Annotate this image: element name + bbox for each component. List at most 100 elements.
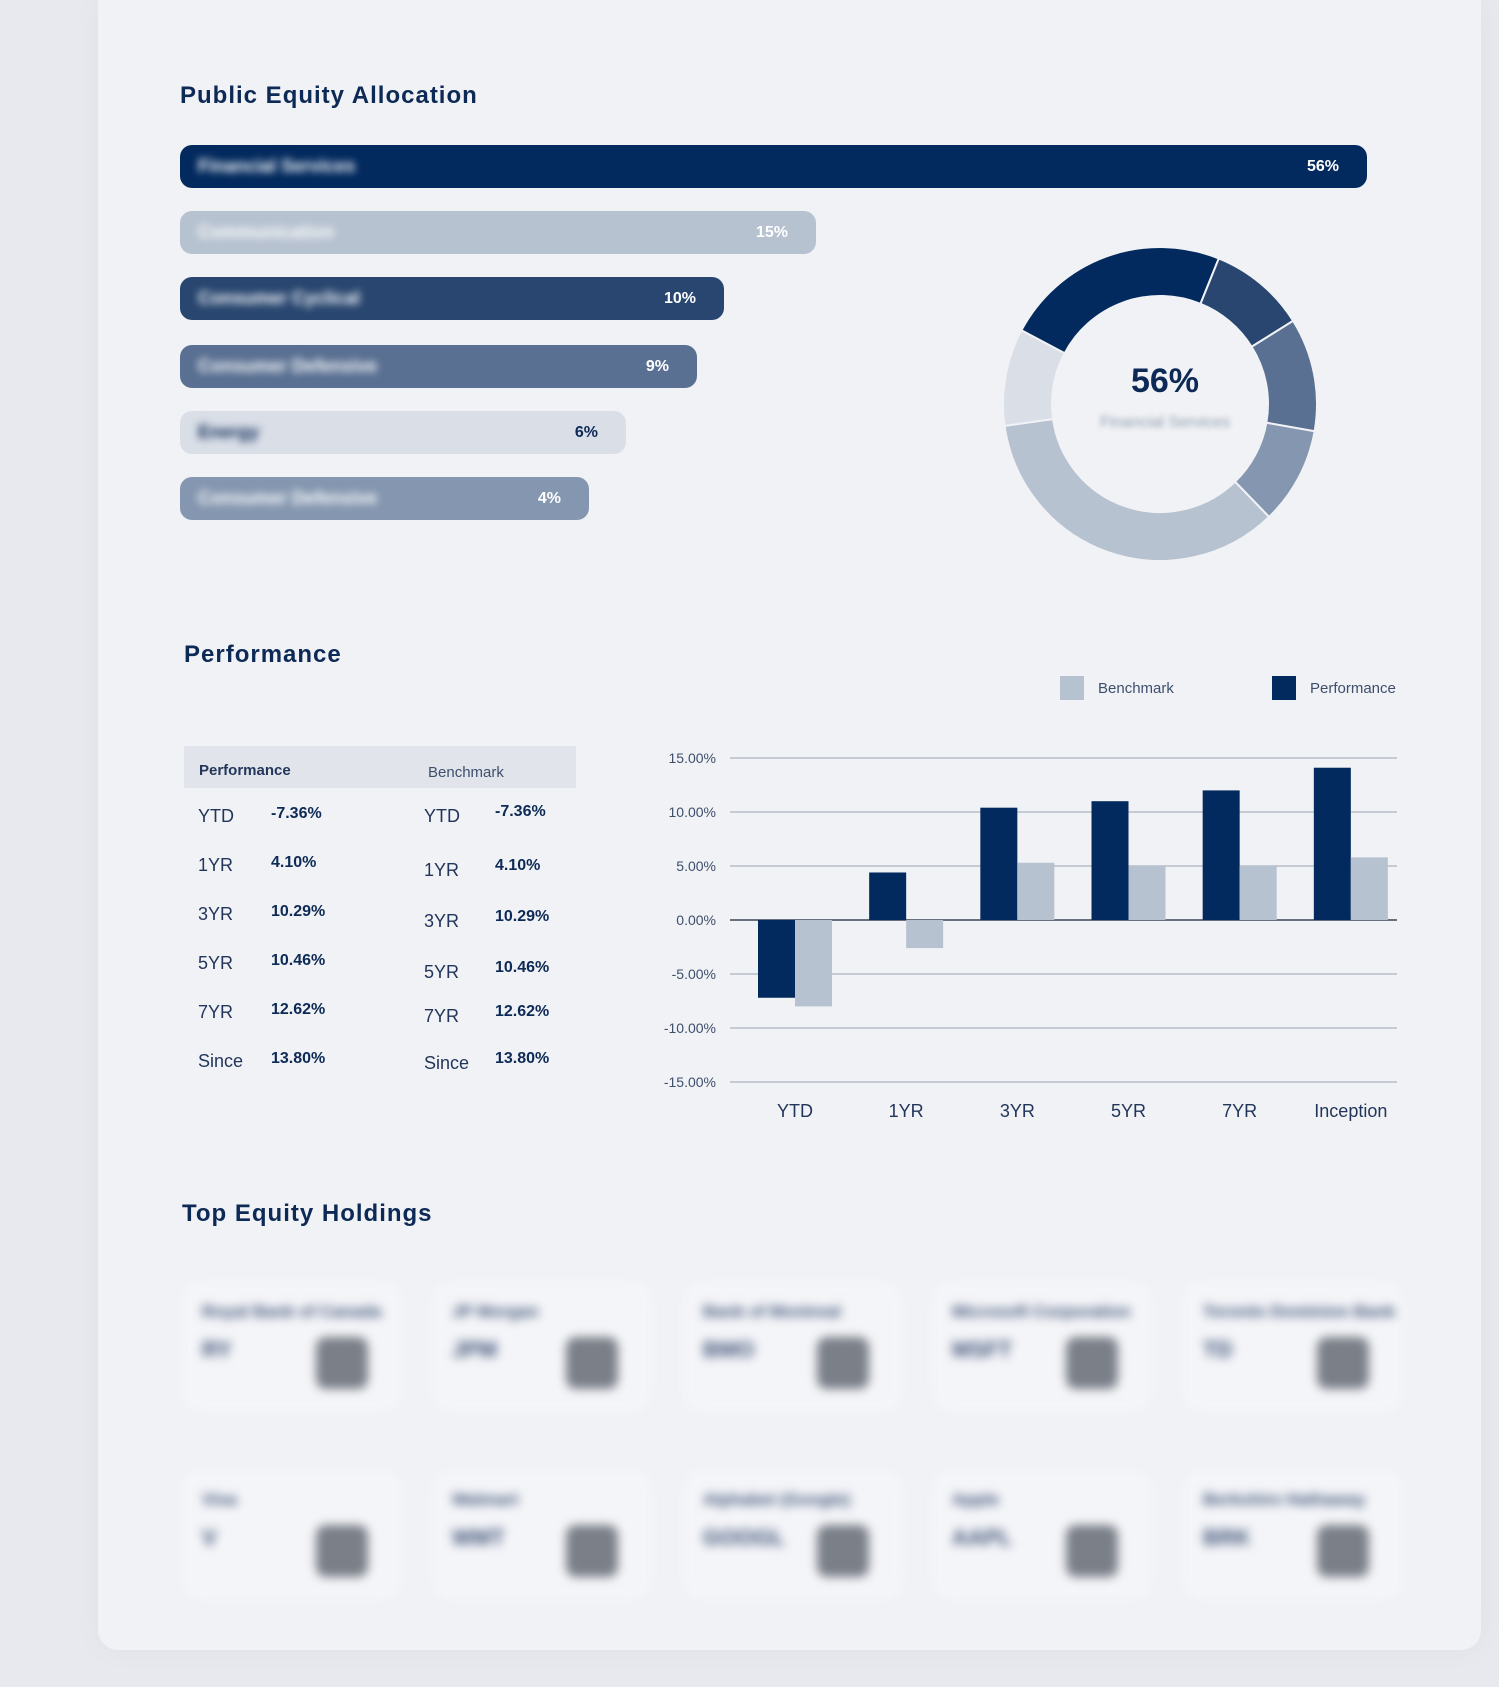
donut-segment[interactable] <box>1020 246 1221 355</box>
allocation-bar-label: Financial Services <box>198 156 356 176</box>
bench-column-header: Benchmark <box>428 764 504 781</box>
bench-value: 10.29% <box>495 908 550 925</box>
company-logo-icon <box>316 1337 368 1389</box>
benchmark-bar[interactable] <box>1239 866 1277 920</box>
holding-card[interactable]: Royal Bank of Canada RY <box>182 1282 402 1412</box>
perf-column-header: Performance <box>199 762 291 779</box>
benchmark-bar[interactable] <box>1350 857 1388 920</box>
bench-period: YTD <box>424 806 460 826</box>
y-tick-label: 15.00% <box>669 750 716 766</box>
holding-card[interactable]: Visa V <box>182 1470 402 1600</box>
x-tick-label: 1YR <box>889 1101 924 1121</box>
holding-card[interactable]: Microsoft Corporation MSFT <box>932 1282 1152 1412</box>
performance-swatch <box>1272 676 1296 700</box>
company-logo-icon <box>817 1337 869 1389</box>
holding-ticker: BMO <box>703 1337 755 1362</box>
holding-name: Apple <box>952 1490 1000 1509</box>
y-tick-label: 10.00% <box>669 804 716 820</box>
company-logo-icon <box>817 1525 869 1577</box>
performance-bar[interactable] <box>1313 767 1351 920</box>
x-tick-label: YTD <box>777 1101 813 1121</box>
holding-ticker: RY <box>202 1337 232 1362</box>
legend-benchmark-label: Benchmark <box>1098 679 1174 697</box>
allocation-bar-percent: 6% <box>574 423 598 441</box>
x-tick-label: Inception <box>1314 1101 1387 1121</box>
x-tick-label: 3YR <box>1000 1101 1035 1121</box>
perf-value: 12.62% <box>271 1001 326 1018</box>
holding-ticker: MSFT <box>952 1337 1012 1362</box>
allocation-bar-label: Consumer Defensive <box>198 488 378 508</box>
holding-card[interactable]: JP Morgan JPM <box>432 1282 652 1412</box>
performance-bar[interactable] <box>758 920 795 998</box>
y-tick-label: 0.00% <box>676 912 716 928</box>
perf-value: 13.80% <box>271 1050 326 1067</box>
holding-card[interactable]: Walmart WMT <box>432 1470 652 1600</box>
performance-bar[interactable] <box>1091 801 1129 920</box>
allocation-bar-percent: 56% <box>1306 157 1339 175</box>
performance-bar[interactable] <box>980 807 1018 920</box>
performance-table: Performance Benchmark <box>184 746 576 788</box>
bench-value: 13.80% <box>495 1050 550 1067</box>
legend-performance-label: Performance <box>1310 679 1396 697</box>
holding-ticker: V <box>202 1525 217 1550</box>
bench-value: 10.46% <box>495 959 550 976</box>
allocation-bar[interactable]: Consumer Defensive 4% <box>180 477 589 520</box>
allocation-bar-label: Consumer Defensive <box>198 356 378 376</box>
bench-value: 4.10% <box>495 857 541 874</box>
holding-card[interactable]: Toronto Dominion Bank TD <box>1183 1282 1403 1412</box>
company-logo-icon <box>1317 1525 1369 1577</box>
benchmark-bar[interactable] <box>1017 862 1055 920</box>
allocation-bar[interactable]: Communication 15% <box>180 211 816 254</box>
performance-title: Performance <box>184 641 342 668</box>
allocation-donut-chart <box>1002 246 1318 562</box>
benchmark-bar[interactable] <box>1128 866 1166 920</box>
holding-name: JP Morgan <box>452 1302 539 1321</box>
allocation-bar-percent: 4% <box>537 489 561 507</box>
company-logo-icon <box>566 1525 618 1577</box>
holding-ticker: AAPL <box>952 1525 1012 1550</box>
allocation-bar[interactable]: Energy 6% <box>180 411 626 454</box>
holding-card[interactable]: Apple AAPL <box>932 1470 1152 1600</box>
allocation-bar[interactable]: Consumer Cyclical 10% <box>180 277 724 320</box>
holding-name: Toronto Dominion Bank <box>1203 1302 1396 1321</box>
company-logo-icon <box>566 1337 618 1389</box>
holding-card[interactable]: Berkshire Hathaway BRK <box>1183 1470 1403 1600</box>
holding-card[interactable]: Alphabet (Google) GOOGL <box>683 1470 903 1600</box>
holding-ticker: BRK <box>1203 1525 1251 1550</box>
perf-value: 4.10% <box>271 854 317 871</box>
perf-period: 1YR <box>198 855 234 875</box>
holding-ticker: GOOGL <box>703 1525 785 1550</box>
legend-benchmark: Benchmark <box>1060 676 1174 700</box>
perf-period: 7YR <box>198 1002 234 1022</box>
perf-period: 3YR <box>198 904 234 924</box>
holding-name: Alphabet (Google) <box>703 1490 851 1509</box>
holding-name: Bank of Montreal <box>703 1302 841 1321</box>
holding-name: Royal Bank of Canada <box>202 1302 382 1321</box>
allocation-bar-label: Energy <box>198 422 260 442</box>
holding-ticker: WMT <box>452 1525 505 1550</box>
bench-value: 12.62% <box>495 1003 550 1020</box>
allocation-bar-percent: 9% <box>645 357 669 375</box>
allocation-bar-percent: 10% <box>663 289 696 307</box>
benchmark-bar[interactable] <box>795 920 832 1007</box>
holding-card[interactable]: Bank of Montreal BMO <box>683 1282 903 1412</box>
bench-value: -7.36% <box>495 803 546 820</box>
holding-name: Berkshire Hathaway <box>1203 1490 1366 1509</box>
benchmark-bar[interactable] <box>906 920 944 949</box>
performance-bar[interactable] <box>869 872 907 920</box>
donut-center-label: Financial Services <box>1100 414 1230 431</box>
perf-value: 10.29% <box>271 903 326 920</box>
performance-bar[interactable] <box>1202 790 1240 920</box>
benchmark-swatch <box>1060 676 1084 700</box>
allocation-bar[interactable]: Financial Services 56% <box>180 145 1367 188</box>
perf-period: 5YR <box>198 953 234 973</box>
legend-performance: Performance <box>1272 676 1396 700</box>
y-tick-label: -15.00% <box>664 1074 716 1090</box>
allocation-title: Public Equity Allocation <box>180 82 478 109</box>
company-logo-icon <box>316 1525 368 1577</box>
x-tick-label: 5YR <box>1111 1101 1146 1121</box>
perf-period: YTD <box>198 806 234 826</box>
allocation-bar-percent: 15% <box>755 223 788 241</box>
allocation-bar[interactable]: Consumer Defensive 9% <box>180 345 697 388</box>
donut-segment[interactable] <box>1003 417 1271 562</box>
